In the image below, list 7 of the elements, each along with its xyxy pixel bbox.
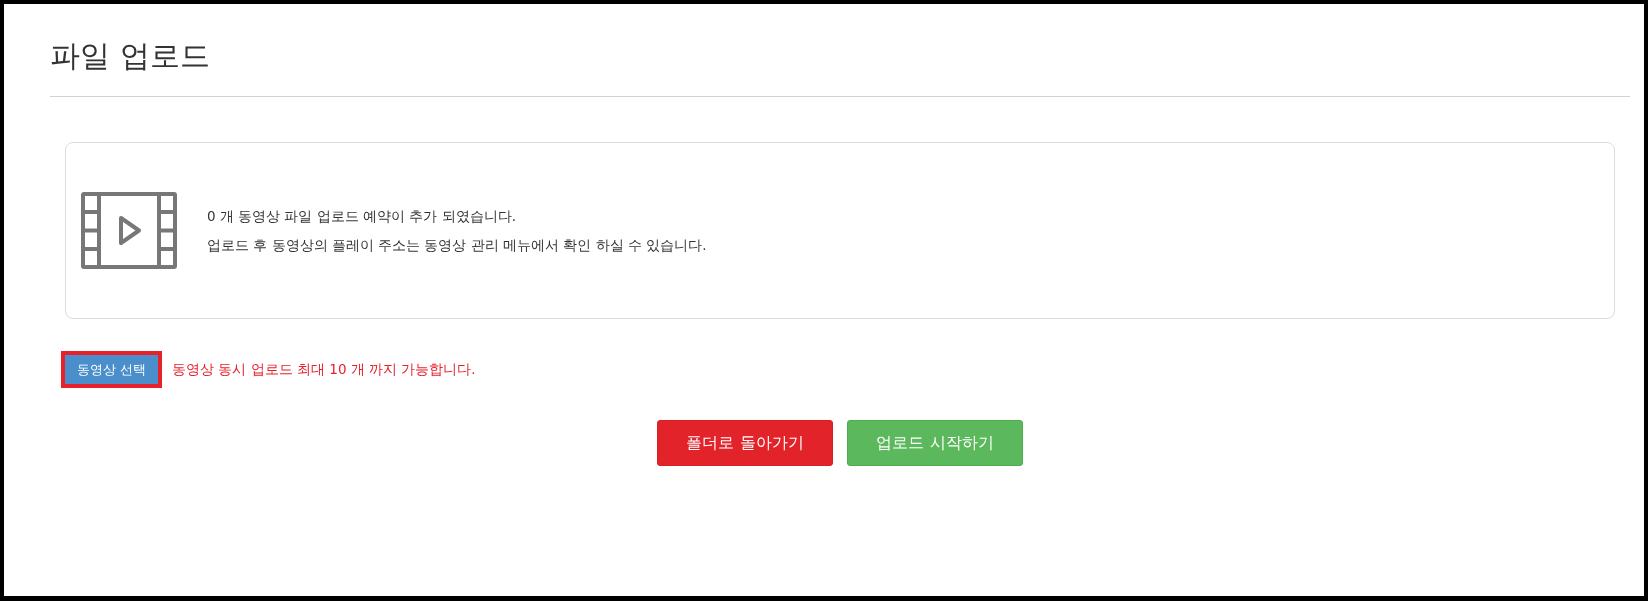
page-title: 파일 업로드 xyxy=(50,38,211,74)
back-to-folder-button[interactable]: 폴더로 돌아가기 xyxy=(657,420,833,466)
info-message: 업로드 후 동영상의 플레이 주소는 동영상 관리 메뉴에서 확인 하실 수 있습니다. xyxy=(207,236,707,255)
start-upload-button[interactable]: 업로드 시작하기 xyxy=(847,420,1023,466)
upload-limit-notice: 동영상 동시 업로드 최대 10 개 까지 가능합니다. xyxy=(172,360,476,379)
info-message: 0 개 동영상 파일 업로드 예약이 추가 되였습니다. xyxy=(207,207,517,226)
film-play-icon xyxy=(81,192,177,269)
